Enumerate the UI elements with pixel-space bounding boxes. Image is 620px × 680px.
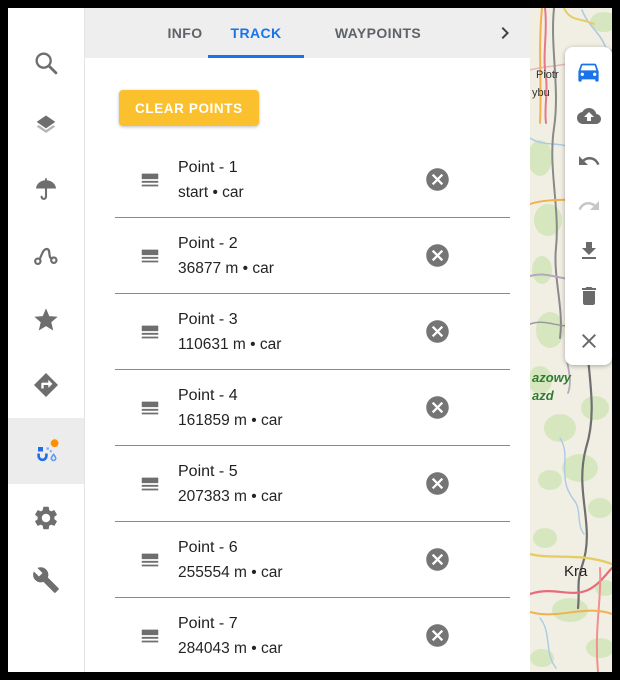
drag-handle-icon[interactable] bbox=[138, 320, 162, 344]
layers-icon[interactable] bbox=[24, 104, 68, 148]
notification-badge-dot bbox=[51, 439, 59, 447]
track-point-row: Point - 5 207383 m • car bbox=[115, 446, 510, 522]
point-subtitle: start • car bbox=[178, 180, 424, 205]
remove-point-button[interactable] bbox=[424, 394, 452, 422]
map-area-label: azowy bbox=[532, 370, 572, 385]
map-area-label-2: azd bbox=[532, 388, 555, 403]
drag-handle-icon[interactable] bbox=[138, 244, 162, 268]
drag-handle-icon[interactable] bbox=[138, 472, 162, 496]
cloud-upload-icon[interactable] bbox=[574, 101, 604, 131]
map-toolbar bbox=[565, 47, 612, 365]
point-text: Point - 3 110631 m • car bbox=[178, 307, 424, 357]
point-text: Point - 6 255554 m • car bbox=[178, 535, 424, 585]
point-title: Point - 2 bbox=[178, 231, 424, 256]
drag-handle-icon[interactable] bbox=[138, 548, 162, 572]
screen-frame: { "tabs": { "items": [ { "label": "INFO"… bbox=[0, 0, 620, 680]
point-subtitle: 161859 m • car bbox=[178, 408, 424, 433]
track-tab-content: CLEAR POINTS Point - 1 start • car Point… bbox=[85, 58, 530, 672]
tab-track[interactable]: TRACK bbox=[208, 8, 304, 58]
track-point-row: Point - 6 255554 m • car bbox=[115, 522, 510, 598]
point-text: Point - 5 207383 m • car bbox=[178, 459, 424, 509]
star-icon[interactable] bbox=[24, 298, 68, 342]
undo-icon[interactable] bbox=[574, 146, 604, 176]
point-subtitle: 36877 m • car bbox=[178, 256, 424, 281]
point-text: Point - 4 161859 m • car bbox=[178, 383, 424, 433]
download-icon[interactable] bbox=[574, 236, 604, 266]
point-title: Point - 6 bbox=[178, 535, 424, 560]
remove-point-button[interactable] bbox=[424, 242, 452, 270]
delete-icon[interactable] bbox=[574, 281, 604, 311]
car-mode-icon[interactable] bbox=[574, 56, 604, 86]
point-title: Point - 4 bbox=[178, 383, 424, 408]
tab-waypoints[interactable]: WAYPOINTS bbox=[323, 8, 433, 58]
point-subtitle: 284043 m • car bbox=[178, 636, 424, 661]
point-text: Point - 7 284043 m • car bbox=[178, 611, 424, 661]
track-point-row: Point - 2 36877 m • car bbox=[115, 218, 510, 294]
search-icon[interactable] bbox=[24, 41, 68, 85]
directions-icon[interactable] bbox=[24, 363, 68, 407]
app-window: INFO TRACK WAYPOINTS CLEAR POINTS Point … bbox=[8, 8, 612, 672]
remove-point-button[interactable] bbox=[424, 470, 452, 498]
drag-handle-icon[interactable] bbox=[138, 624, 162, 648]
remove-point-button[interactable] bbox=[424, 318, 452, 346]
map-area: Piotr ybu azowy azd Kra bbox=[530, 8, 612, 672]
point-subtitle: 207383 m • car bbox=[178, 484, 424, 509]
track-panel: INFO TRACK WAYPOINTS CLEAR POINTS Point … bbox=[85, 8, 530, 672]
point-text: Point - 2 36877 m • car bbox=[178, 231, 424, 281]
track-point-row: Point - 7 284043 m • car bbox=[115, 598, 510, 672]
point-title: Point - 1 bbox=[178, 155, 424, 180]
tab-info[interactable]: INFO bbox=[155, 8, 215, 58]
remove-point-button[interactable] bbox=[424, 546, 452, 574]
track-editor-icon[interactable] bbox=[24, 430, 68, 474]
point-subtitle: 255554 m • car bbox=[178, 560, 424, 585]
clear-points-button[interactable]: CLEAR POINTS bbox=[119, 90, 259, 126]
point-title: Point - 5 bbox=[178, 459, 424, 484]
track-point-list: Point - 1 start • car Point - 2 36877 m … bbox=[85, 142, 530, 672]
chevron-right-icon[interactable] bbox=[493, 21, 517, 45]
point-title: Point - 3 bbox=[178, 307, 424, 332]
track-point-row: Point - 3 110631 m • car bbox=[115, 294, 510, 370]
track-point-row: Point - 1 start • car bbox=[115, 142, 510, 218]
remove-point-button[interactable] bbox=[424, 166, 452, 194]
drag-handle-icon[interactable] bbox=[138, 396, 162, 420]
map-town-label-2: ybu bbox=[532, 87, 550, 99]
redo-icon[interactable] bbox=[574, 191, 604, 221]
route-icon[interactable] bbox=[24, 234, 68, 278]
map-city-label: Kra bbox=[564, 563, 588, 580]
close-icon[interactable] bbox=[574, 326, 604, 356]
map-town-label: Piotr bbox=[536, 69, 559, 81]
settings-icon[interactable] bbox=[24, 496, 68, 540]
tools-icon[interactable] bbox=[24, 558, 68, 602]
umbrella-icon[interactable] bbox=[24, 168, 68, 212]
point-title: Point - 7 bbox=[178, 611, 424, 636]
point-text: Point - 1 start • car bbox=[178, 155, 424, 205]
tab-bar: INFO TRACK WAYPOINTS bbox=[85, 8, 530, 58]
drag-handle-icon[interactable] bbox=[138, 168, 162, 192]
track-point-row: Point - 4 161859 m • car bbox=[115, 370, 510, 446]
point-subtitle: 110631 m • car bbox=[178, 332, 424, 357]
remove-point-button[interactable] bbox=[424, 622, 452, 650]
icon-sidebar bbox=[8, 8, 85, 672]
